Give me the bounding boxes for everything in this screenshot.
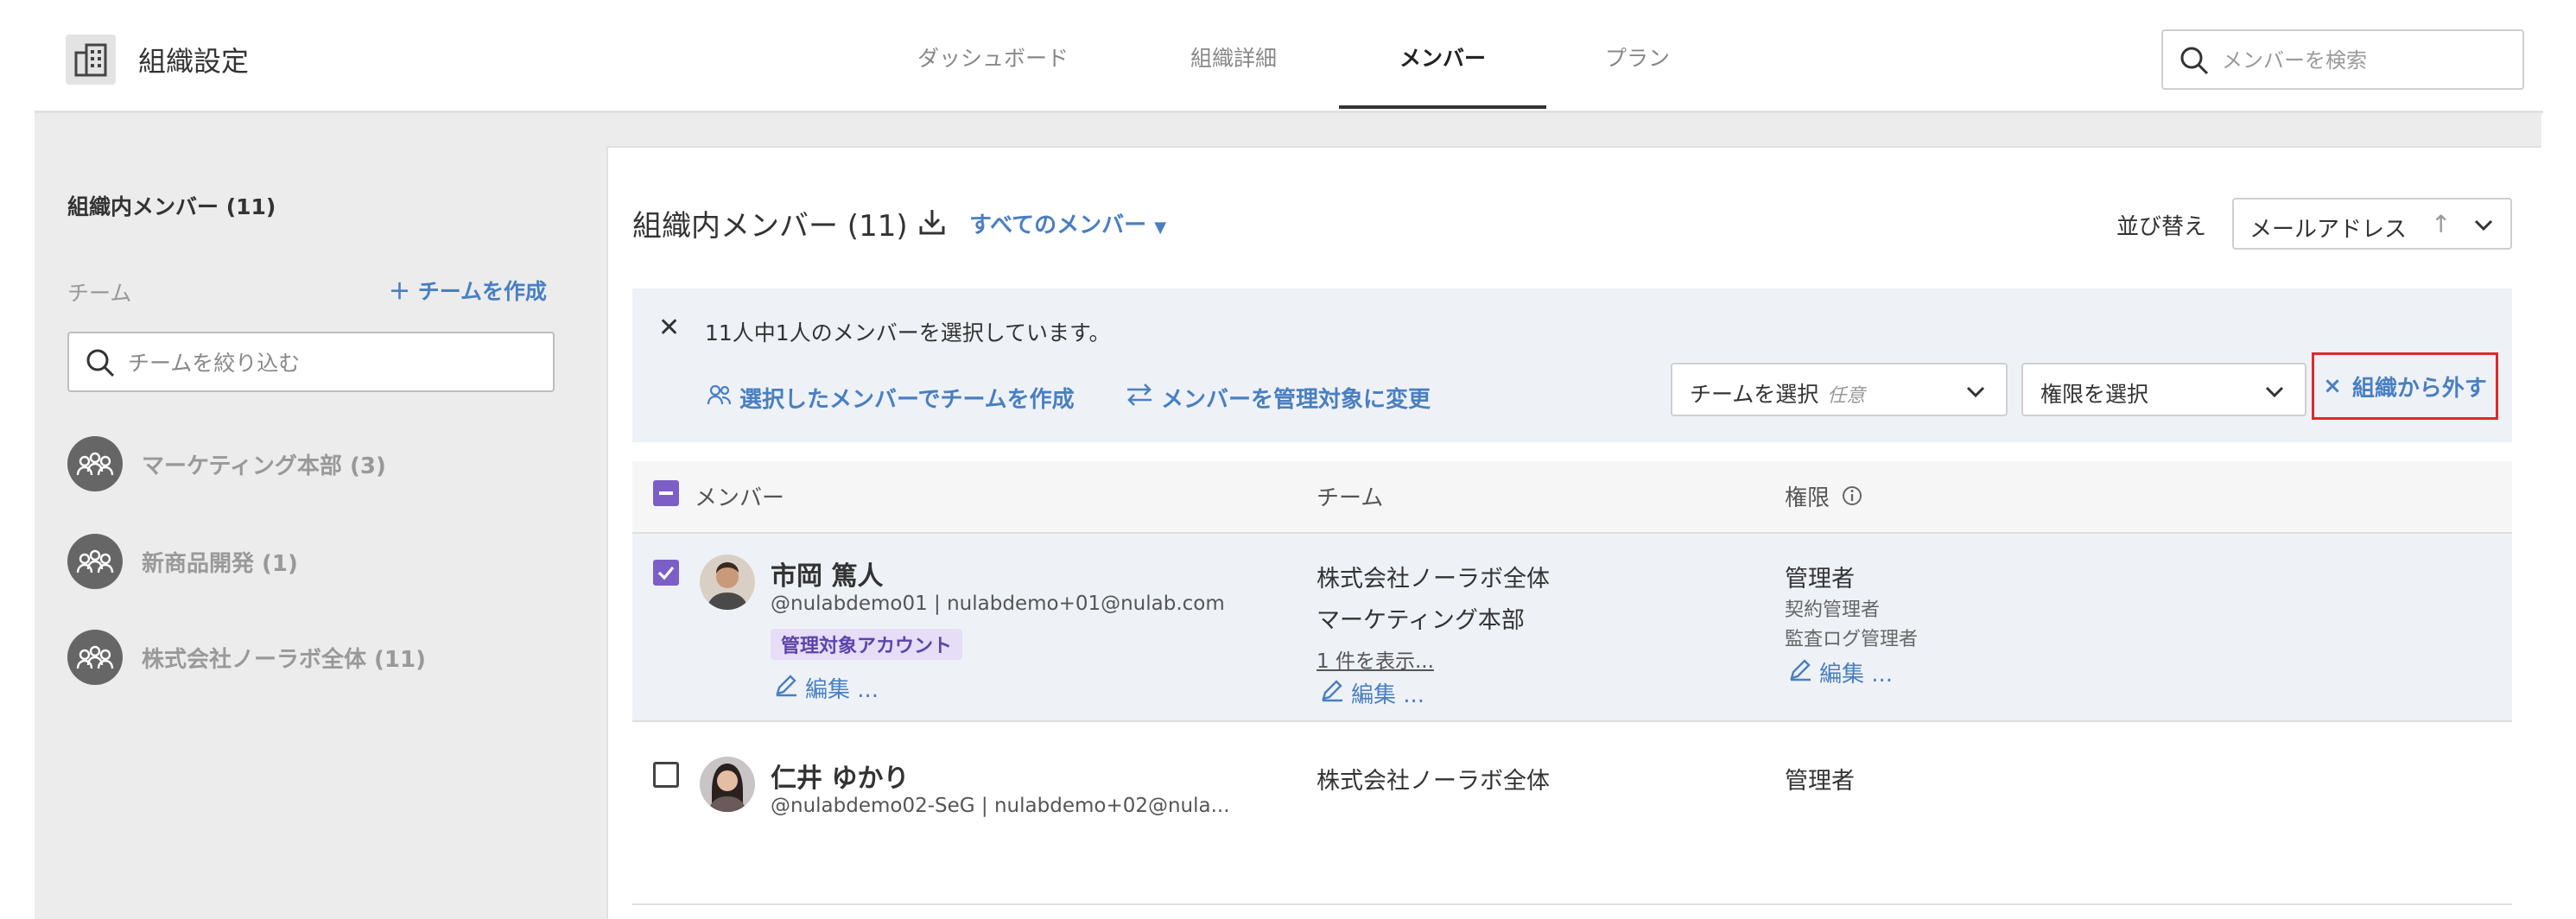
sidebar-all-members[interactable]: 組織内メンバー (11) bbox=[67, 190, 276, 221]
role-cell: 管理者 bbox=[1785, 566, 1855, 593]
team-icon bbox=[67, 534, 123, 589]
close-icon: × bbox=[2323, 373, 2342, 399]
search-icon bbox=[2179, 45, 2210, 79]
tab-members[interactable]: メンバー bbox=[1399, 41, 1486, 73]
swap-arrows-icon bbox=[1125, 383, 1154, 413]
search-icon bbox=[85, 347, 116, 382]
table-row bbox=[632, 534, 2512, 722]
member-name: 市岡 篤人 bbox=[771, 561, 884, 592]
sidebar-team-label: チーム bbox=[67, 281, 132, 306]
managed-account-badge: 管理対象アカウント bbox=[771, 629, 963, 660]
edit-teams-button[interactable]: 編集 ... bbox=[1320, 677, 1424, 709]
team-filter-input[interactable] bbox=[128, 347, 534, 378]
sort-label: 並び替え bbox=[2116, 214, 2207, 240]
sidebar-team-company[interactable]: 株式会社ノーラボ全体 (11) bbox=[67, 630, 426, 685]
change-to-managed-label: メンバーを管理対象に変更 bbox=[1161, 387, 1431, 413]
edit-member-label: 編集 ... bbox=[805, 677, 879, 703]
info-icon[interactable] bbox=[1842, 485, 1862, 512]
pencil-icon bbox=[1320, 678, 1344, 708]
member-filter-dropdown[interactable]: すべてのメンバー ▼ bbox=[969, 207, 1166, 239]
sort-value: メールアドレス bbox=[2249, 217, 2408, 243]
remove-from-org-label: 組織から外す bbox=[2351, 375, 2487, 402]
edit-role-label: 編集 ... bbox=[1819, 662, 1894, 688]
plus-icon: ＋ bbox=[389, 279, 418, 304]
sidebar bbox=[35, 113, 608, 919]
change-to-managed-button[interactable]: メンバーを管理対象に変更 bbox=[1125, 382, 1431, 414]
column-header-team: チーム bbox=[1317, 485, 1384, 511]
member-id-email: @nulabdemo01 | nulabdemo+01@nulab.com bbox=[771, 593, 1225, 615]
row-checkbox[interactable] bbox=[653, 560, 679, 586]
role-sub: 監査ログ管理者 bbox=[1785, 629, 1919, 650]
member-filter-label: すべてのメンバー bbox=[969, 212, 1147, 238]
chevron-down-icon bbox=[2263, 380, 2286, 406]
edit-teams-label: 編集 ... bbox=[1351, 682, 1425, 708]
member-id-email: @nulabdemo02-SeG | nulabdemo+02@nula... bbox=[771, 795, 1230, 817]
team-icon bbox=[67, 630, 123, 685]
chevron-down-icon bbox=[2472, 213, 2495, 239]
team-icon bbox=[67, 436, 123, 491]
team-select-hint: 任意 bbox=[1827, 385, 1866, 407]
edit-member-button[interactable]: 編集 ... bbox=[774, 672, 879, 704]
users-icon bbox=[707, 383, 733, 412]
table-header bbox=[632, 461, 2512, 534]
team-filter[interactable] bbox=[67, 332, 555, 392]
building-icon bbox=[66, 35, 116, 85]
row-checkbox[interactable] bbox=[653, 762, 679, 788]
show-more-teams-link[interactable]: 1 件を表示... bbox=[1317, 644, 1434, 674]
create-team-label: チームを作成 bbox=[417, 279, 547, 304]
close-icon[interactable]: ✕ bbox=[658, 313, 680, 343]
avatar bbox=[700, 757, 755, 812]
role-select-label: 権限を選択 bbox=[2040, 382, 2149, 407]
remove-from-org-button[interactable]: × 組織から外す bbox=[2312, 352, 2498, 420]
member-search[interactable] bbox=[2161, 29, 2524, 90]
team-name: 株式会社ノーラボ全体 (11) bbox=[142, 646, 426, 673]
role-sub: 契約管理者 bbox=[1785, 599, 1881, 621]
right-gutter bbox=[2541, 113, 2576, 919]
arrow-up-icon[interactable]: ↑ bbox=[2431, 210, 2451, 238]
selection-count-text: 11人中1人のメンバーを選択しています。 bbox=[705, 320, 1111, 345]
column-header-member[interactable]: メンバー bbox=[695, 480, 784, 512]
pencil-icon bbox=[1788, 657, 1812, 688]
select-all-checkbox[interactable] bbox=[653, 480, 679, 506]
team-select-label: チームを選択 bbox=[1690, 382, 1819, 407]
team-select[interactable]: チームを選択 任意 bbox=[1671, 363, 2008, 416]
team-cell: 株式会社ノーラボ全体 bbox=[1317, 768, 1550, 795]
tab-org-details[interactable]: 組織詳細 bbox=[1190, 41, 1277, 73]
caret-down-icon: ▼ bbox=[1154, 219, 1167, 237]
member-name: 仁井 ゆかり bbox=[771, 764, 910, 794]
content-background bbox=[608, 113, 2541, 146]
tab-plan[interactable]: プラン bbox=[1605, 41, 1670, 73]
create-team-from-selection-label: 選択したメンバーでチームを作成 bbox=[739, 387, 1075, 413]
column-header-role: 権限 bbox=[1785, 480, 1862, 512]
create-team-from-selection-button[interactable]: 選択したメンバーでチームを作成 bbox=[707, 382, 1075, 414]
edit-role-button[interactable]: 編集 ... bbox=[1788, 656, 1893, 688]
download-icon[interactable] bbox=[917, 207, 947, 240]
team-name: 新商品開発 (1) bbox=[142, 550, 298, 577]
sidebar-team-new-product[interactable]: 新商品開発 (1) bbox=[67, 534, 298, 589]
pencil-icon bbox=[774, 673, 798, 703]
avatar bbox=[700, 555, 755, 610]
column-header-role-label: 権限 bbox=[1785, 485, 1830, 511]
role-select[interactable]: 権限を選択 bbox=[2021, 363, 2306, 416]
active-tab-indicator bbox=[1339, 105, 1546, 109]
page-title: 組織設定 bbox=[138, 45, 250, 78]
members-heading: 組織内メンバー (11) bbox=[632, 209, 908, 244]
team-cell: 株式会社ノーラボ全体 bbox=[1317, 566, 1550, 593]
sidebar-team-marketing[interactable]: マーケティング本部 (3) bbox=[67, 436, 386, 491]
role-cell: 管理者 bbox=[1785, 768, 1855, 795]
create-team-button[interactable]: ＋ チームを作成 bbox=[389, 275, 547, 306]
member-search-input[interactable] bbox=[2222, 45, 2507, 76]
team-cell: マーケティング本部 bbox=[1317, 607, 1525, 634]
team-name: マーケティング本部 (3) bbox=[142, 453, 386, 479]
chevron-down-icon bbox=[1964, 380, 1987, 406]
tab-dashboard[interactable]: ダッシュボード bbox=[917, 41, 1069, 73]
sort-select[interactable]: メールアドレス ↑ bbox=[2232, 198, 2512, 250]
